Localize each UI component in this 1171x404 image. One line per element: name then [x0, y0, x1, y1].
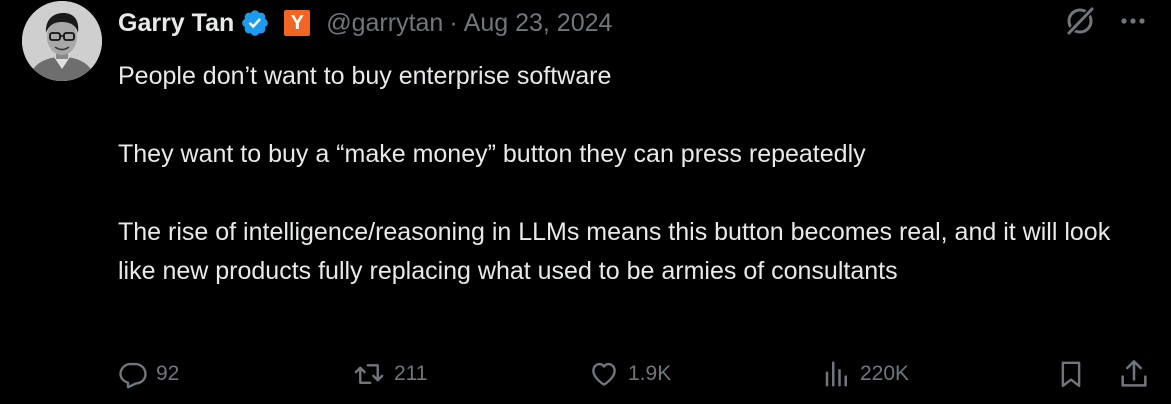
views-icon	[825, 361, 847, 387]
views-count: 220K	[860, 362, 910, 385]
author-name[interactable]: Garry Tan	[118, 9, 234, 38]
share-icon	[1121, 360, 1147, 387]
bookmark-icon	[1061, 361, 1081, 388]
header-separator: ·	[449, 8, 458, 37]
tweet-text: People don’t want to buy enterprise soft…	[118, 57, 1128, 291]
verified-badge-icon	[242, 10, 269, 36]
heart-icon	[592, 362, 616, 386]
more-icon[interactable]	[1118, 8, 1148, 34]
repost-count: 211	[394, 362, 428, 385]
share-button[interactable]	[1118, 356, 1150, 392]
tweet-paragraph-1: People don’t want to buy enterprise soft…	[118, 62, 612, 90]
reply-count: 92	[156, 362, 180, 385]
repost-icon	[354, 364, 384, 384]
tweet-paragraph-3: The rise of intelligence/reasoning in LL…	[118, 218, 1111, 285]
grok-icon[interactable]	[1063, 4, 1097, 38]
tweet-paragraph-2: They want to buy a “make money” button t…	[118, 140, 866, 168]
tweet-header: Garry Tan Y @garrytan · Aug 23, 2024	[118, 6, 612, 40]
yc-badge[interactable]: Y	[284, 10, 311, 36]
like-count: 1.9K	[628, 362, 672, 385]
views-button[interactable]: 220K	[822, 356, 909, 392]
like-button[interactable]: 1.9K	[588, 356, 671, 392]
repost-button[interactable]: 211	[352, 356, 427, 392]
reply-icon	[119, 362, 147, 389]
tweet[interactable]: Garry Tan Y @garrytan · Aug 23, 2024 Peo…	[0, 0, 1171, 404]
reply-button[interactable]: 92	[118, 356, 179, 392]
avatar[interactable]	[22, 1, 102, 81]
bookmark-button[interactable]	[1056, 356, 1086, 392]
tweet-date[interactable]: Aug 23, 2024	[464, 9, 613, 38]
author-handle[interactable]: @garrytan	[326, 9, 443, 38]
